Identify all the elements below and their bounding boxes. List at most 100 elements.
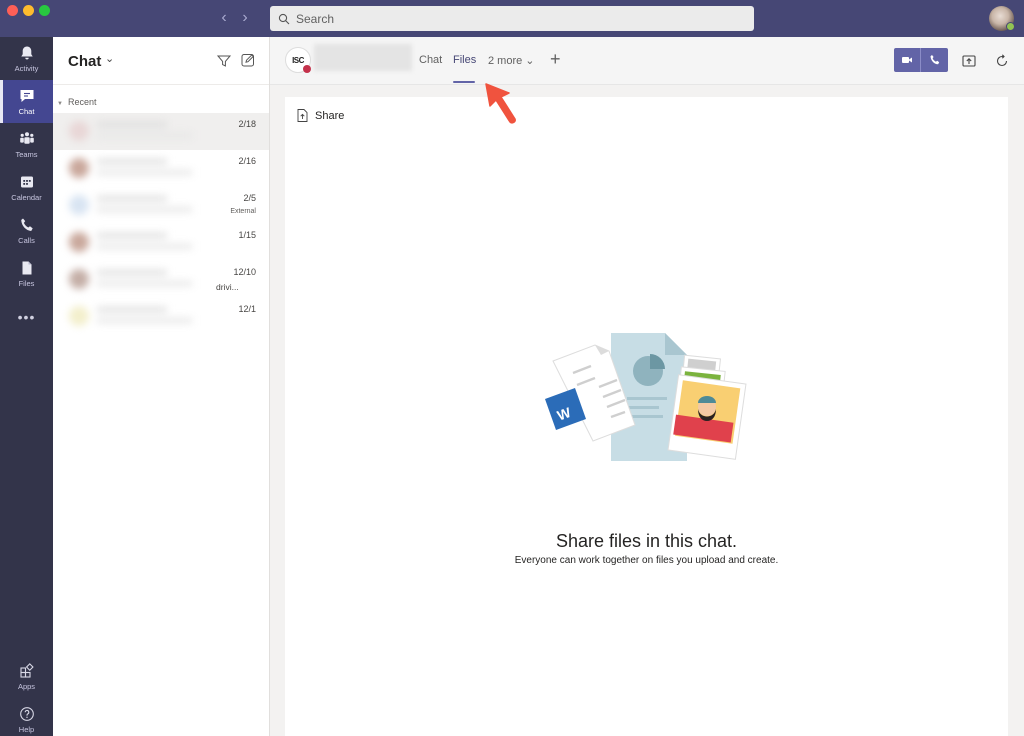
presence-available-badge [1006,22,1015,31]
chat-avatar [69,232,89,252]
phone-icon [930,55,939,65]
redacted-chat-preview [65,113,215,150]
chat-avatar [69,306,89,326]
chat-avatar [69,158,89,178]
help-icon [19,707,34,721]
rail-label: Chat [18,107,35,116]
chat-date: 2/5 [243,193,256,203]
presence-busy-badge [303,65,311,73]
chat-message-redacted [97,318,192,323]
call-buttons [894,48,948,72]
files-illustration: W [545,333,747,461]
rail-item-files[interactable]: Files [0,252,53,295]
chat-name-redacted [97,196,167,201]
rail-label: Calls [18,236,35,245]
chat-message-redacted [97,207,192,212]
chat-name-redacted [97,233,167,238]
chat-name-redacted [97,122,167,127]
conversation-name-redacted [314,44,412,71]
tab-chat[interactable]: Chat [419,54,442,66]
chat-message-redacted [97,170,192,175]
minimize-window-button[interactable] [23,5,34,16]
chat-list-item[interactable]: 12/1 [53,298,269,335]
chat-avatar [69,195,89,215]
chat-list-item[interactable]: 2/5 External [53,187,269,224]
chat-list-item[interactable]: 12/10 drivi... [53,261,269,298]
annotation-arrow-icon [485,83,516,124]
refresh-icon[interactable] [994,53,1010,69]
rail-label: Help [18,725,35,734]
audio-call-button[interactable] [921,48,948,72]
add-tab-button[interactable]: + [550,49,561,70]
redacted-chat-preview [65,298,215,335]
search-placeholder: Search [296,11,335,26]
chat-name-redacted [97,270,167,275]
phone-icon [20,218,33,231]
redacted-chat-preview [65,187,215,224]
empty-state-subtitle: Everyone can work together on files you … [514,555,779,566]
active-tab-indicator [453,81,475,83]
share-label: Share [315,109,345,122]
rail-label: Teams [15,150,38,159]
zoom-window-button[interactable] [39,5,50,16]
apps-icon [19,663,34,678]
chat-message-redacted [97,133,192,138]
filter-icon[interactable] [215,52,233,70]
close-window-button[interactable] [7,5,18,16]
rail-item-help[interactable]: Help [0,698,53,736]
redacted-chat-preview [65,261,215,298]
share-button[interactable]: Share [297,109,344,122]
rail-item-activity[interactable]: Activity [0,37,53,80]
chat-subtext: External [230,208,256,215]
chat-name-redacted [97,307,167,312]
chat-list-title[interactable]: Chat [68,53,101,70]
video-camera-icon [902,57,912,63]
chat-name-redacted [97,159,167,164]
tab-files[interactable]: Files [453,54,476,66]
forward-button[interactable]: › [236,9,254,27]
rail-label: Files [18,279,35,288]
chevron-down-icon[interactable]: ⌄ [105,52,114,65]
title-bar: ‹ › Search [0,0,1024,37]
back-button[interactable]: ‹ [215,9,233,27]
share-file-icon [297,109,308,122]
rail-label: Activity [14,64,39,73]
search-input[interactable]: Search [270,6,754,31]
bell-icon [20,46,33,60]
chat-list-header: Chat ⌄ [53,37,269,85]
calendar-icon [20,176,33,188]
chat-avatar [69,269,89,289]
chat-date: 2/16 [238,156,256,166]
rail-item-chat[interactable]: Chat [0,80,53,123]
teams-icon [19,132,34,144]
rail-label: Calendar [11,193,42,202]
conversation-header: ISC Chat Files 2 more ⌄ + [270,37,1024,85]
file-icon [22,261,31,275]
tab-more[interactable]: 2 more ⌄ [488,54,535,67]
rail-label: Apps [17,682,36,691]
chat-icon [20,90,33,102]
chat-date: 2/18 [238,119,256,129]
redacted-chat-preview [65,224,215,261]
chat-date: 12/10 [233,267,256,277]
chat-list-item[interactable]: 1/15 [53,224,269,261]
chat-list-panel: Chat ⌄ ▼ Recent 2/18 2/16 2/5 External 1/15 12… [53,37,270,736]
recent-section-label: Recent [67,97,97,107]
caret-down-icon: ▼ [57,101,63,107]
chat-list-item[interactable]: 2/18 [53,113,269,150]
redacted-chat-preview [65,150,215,187]
chat-list-item[interactable]: 2/16 [53,150,269,187]
search-icon [278,13,290,24]
video-call-button[interactable] [894,48,921,72]
rail-item-calendar[interactable]: Calendar [0,166,53,209]
chat-message-redacted [97,244,192,249]
more-apps-button[interactable]: ••• [0,310,53,328]
share-screen-icon[interactable] [961,53,977,69]
recent-section-toggle[interactable]: ▼ Recent [57,97,96,107]
rail-item-calls[interactable]: Calls [0,209,53,252]
chat-date: 1/15 [238,230,256,240]
new-chat-icon[interactable] [239,51,257,69]
chat-avatar [69,121,89,141]
rail-item-teams[interactable]: Teams [0,123,53,166]
rail-item-apps[interactable]: Apps [0,655,53,698]
